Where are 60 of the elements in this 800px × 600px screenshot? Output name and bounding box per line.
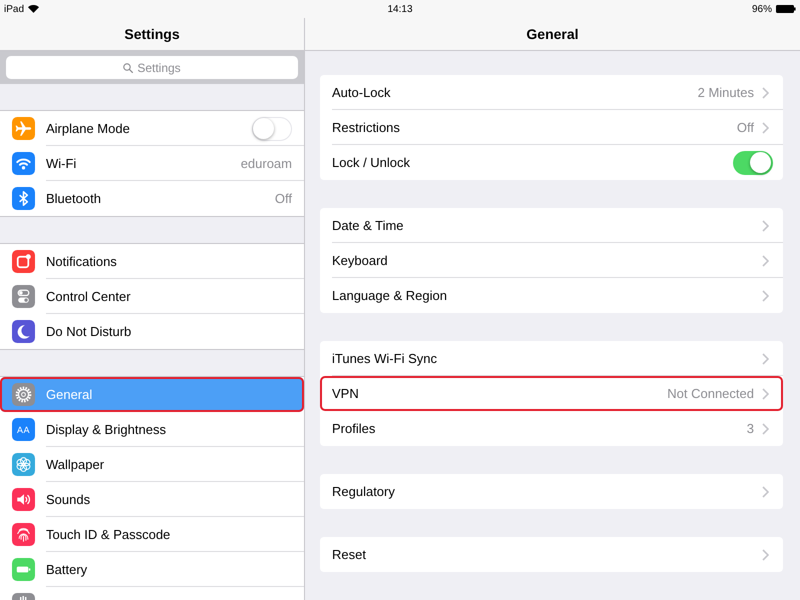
settings-row[interactable]: Date & Time (320, 208, 783, 243)
item-value: Off (274, 191, 292, 206)
fingerprint-icon (12, 523, 35, 546)
nav-title: Settings (124, 26, 180, 42)
row-value: Not Connected (667, 386, 754, 401)
settings-row[interactable]: Auto-Lock 2 Minutes (320, 75, 783, 110)
settings-row[interactable]: Regulatory (320, 474, 783, 509)
battery-icon (776, 5, 796, 13)
notifications-icon (12, 250, 35, 273)
battery-icon (12, 558, 35, 581)
clock-time: 14:13 (387, 4, 413, 14)
chevron-icon (762, 86, 769, 98)
chevron-icon (762, 254, 769, 266)
row-value: Off (736, 120, 754, 135)
chevron-icon (762, 422, 769, 434)
battery-percent: 96% (752, 4, 772, 14)
item-value: eduroam (240, 156, 292, 171)
speaker-icon (12, 488, 35, 511)
chevron-icon (762, 290, 769, 302)
sidebar-item[interactable]: Touch ID & Passcode (0, 517, 304, 552)
chevron-icon (762, 220, 769, 232)
search-field[interactable]: Settings (6, 56, 298, 79)
sidebar-item[interactable]: AA Display & Brightness (0, 412, 304, 447)
settings-row[interactable]: Lock / Unlock (320, 145, 783, 180)
wifi-icon (12, 152, 35, 175)
sidebar-item[interactable]: Battery (0, 552, 304, 587)
toggle-switch[interactable] (733, 150, 773, 174)
toggles-icon (12, 285, 35, 308)
settings-row[interactable]: Profiles 3 (320, 411, 783, 446)
airplane-icon (12, 117, 35, 140)
moon-icon (12, 320, 35, 343)
bluetooth-icon (12, 187, 35, 210)
flower-icon (12, 453, 35, 476)
row-value: 3 (746, 421, 754, 436)
sidebar-item[interactable]: Wallpaper (0, 447, 304, 482)
row-value: 2 Minutes (698, 85, 754, 100)
settings-row[interactable]: Restrictions Off (320, 110, 783, 145)
settings-row[interactable]: Language & Region (320, 278, 783, 313)
chevron-icon (762, 122, 769, 134)
settings-row[interactable]: VPN Not Connected (320, 376, 783, 411)
sidebar-item[interactable]: Notifications (0, 244, 304, 279)
sidebar-item[interactable]: Sounds (0, 482, 304, 517)
chevron-icon (762, 548, 769, 560)
nav-title: General (526, 26, 579, 42)
chevron-icon (762, 388, 769, 400)
sidebar-item[interactable]: Airplane Mode (0, 111, 304, 146)
device-name: iPad (4, 4, 24, 14)
settings-row[interactable]: iTunes Wi-Fi Sync (320, 341, 783, 376)
gear-icon (12, 383, 35, 406)
sidebar-item[interactable]: Control Center (0, 279, 304, 314)
chevron-icon (762, 352, 769, 364)
sidebar-item[interactable]: Wi-Fi eduroam (0, 146, 304, 181)
chevron-icon (762, 486, 769, 498)
search-icon (122, 62, 133, 72)
sidebar-item[interactable]: Bluetooth Off (0, 181, 304, 216)
sidebar-item[interactable]: Do Not Disturb (0, 314, 304, 349)
wifi-icon (28, 5, 40, 13)
settings-row[interactable]: Keyboard (320, 243, 783, 278)
text-size-icon: AA (12, 418, 35, 441)
settings-row[interactable]: Reset (320, 537, 783, 572)
